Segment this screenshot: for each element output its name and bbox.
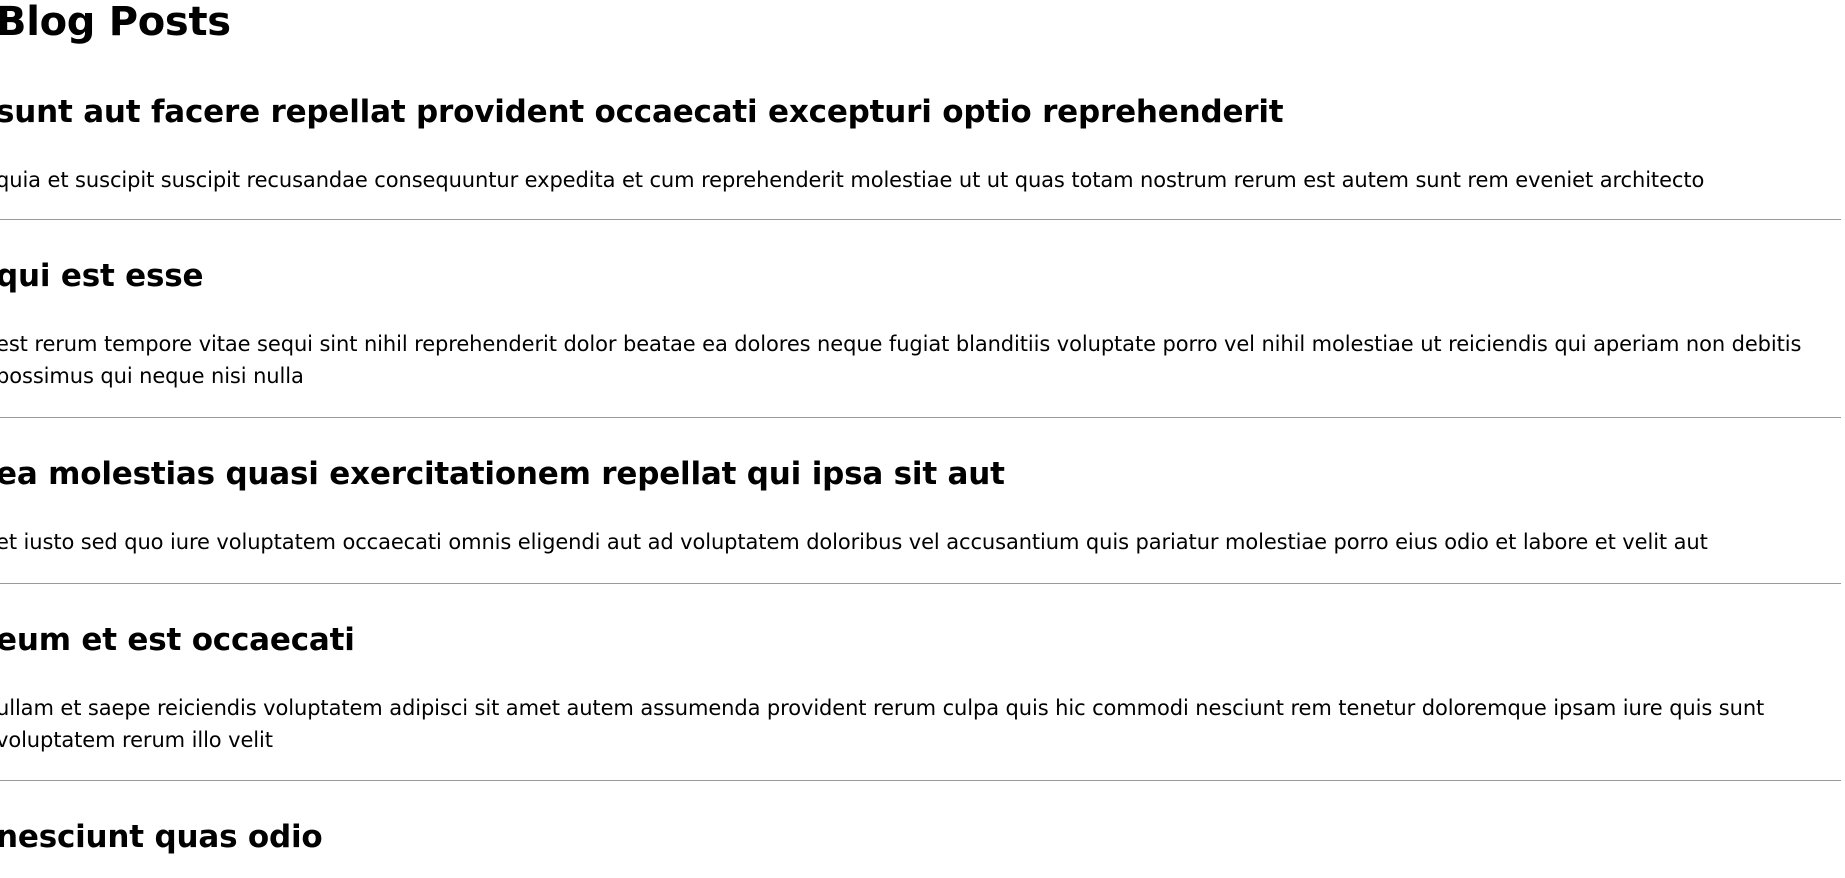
post-title: qui est esse	[0, 258, 204, 294]
post-item: sunt aut facere repellat provident occae…	[0, 52, 1841, 220]
post-item: eum et est occaecati ullam et saepe reic…	[0, 584, 1841, 781]
blog-page: Blog Posts sunt aut facere repellat prov…	[0, 0, 1845, 855]
post-item: ea molestias quasi exercitationem repell…	[0, 418, 1841, 584]
page-title: Blog Posts	[0, 0, 231, 45]
post-body: quia et suscipit suscipit recusandae con…	[0, 168, 1705, 192]
post-item: qui est esse est rerum tempore vitae seq…	[0, 220, 1841, 418]
post-item: nesciunt quas odio	[0, 781, 1841, 878]
post-body: est rerum tempore vitae sequi sint nihil…	[0, 332, 1802, 388]
post-title: nesciunt quas odio	[0, 819, 323, 855]
post-title: ea molestias quasi exercitationem repell…	[0, 456, 1005, 492]
post-body: ullam et saepe reiciendis voluptatem adi…	[0, 696, 1765, 752]
post-title: sunt aut facere repellat provident occae…	[0, 94, 1284, 130]
post-body: et iusto sed quo iure voluptatem occaeca…	[0, 530, 1708, 554]
post-title: eum et est occaecati	[0, 622, 355, 658]
